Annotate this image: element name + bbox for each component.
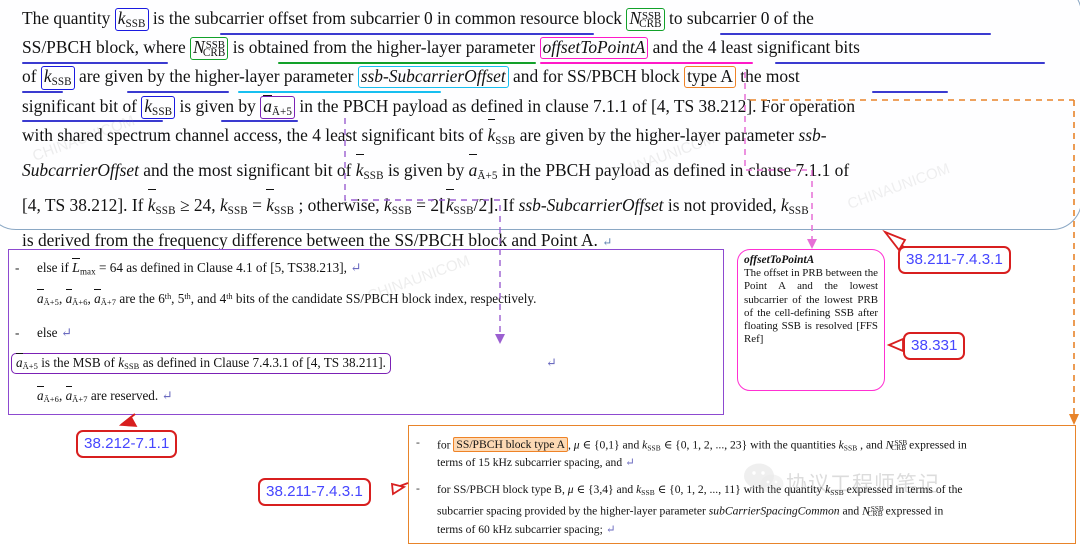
- reference-tag-38212-711[interactable]: 38.212-7.1.1: [76, 430, 178, 459]
- arrowhead-magenta-callout: [807, 239, 817, 249]
- reference-tag-38331[interactable]: 38.331: [903, 332, 966, 361]
- reference-tag-38211-74031-bottom[interactable]: 38.211-7.4.3.1: [258, 478, 371, 507]
- document-canvas: The quantity kSSB is the subcarrier offs…: [0, 0, 1080, 544]
- connector-purple-abar: [344, 118, 501, 337]
- connector-magenta-offsettopointa: [744, 72, 813, 243]
- leader-tip-38331: [886, 337, 904, 353]
- arrowhead-purple-msb: [495, 334, 505, 344]
- wechat-logo-watermark: [744, 463, 784, 496]
- arrowhead-orange-panel: [1069, 414, 1079, 425]
- reference-tag-38211-74031-top[interactable]: 38.211-7.4.3.1: [898, 246, 1011, 275]
- leader-tip-38212-711: [118, 415, 138, 427]
